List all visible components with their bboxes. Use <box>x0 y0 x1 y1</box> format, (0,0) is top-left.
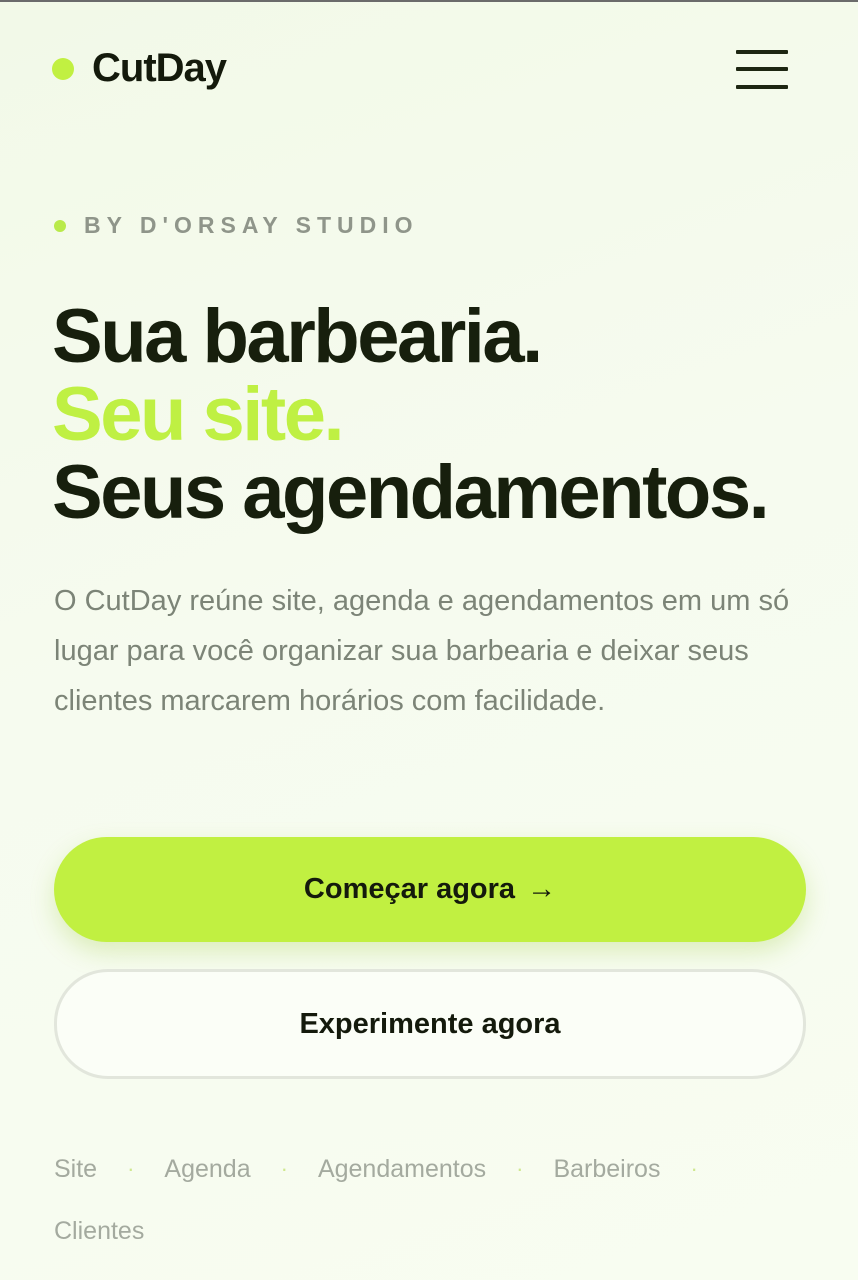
header: CutDay <box>0 2 858 142</box>
feature-tag-agendamentos: Agendamentos <box>317 1154 487 1183</box>
separator-dot-icon: · <box>516 1156 524 1181</box>
start-now-button[interactable]: Começar agora → <box>54 837 806 942</box>
hamburger-menu-icon[interactable] <box>734 48 790 94</box>
arrow-right-icon: → <box>527 873 557 905</box>
try-now-button[interactable]: Experimente agora <box>54 969 806 1079</box>
feature-tags-row: Clientes <box>54 1206 794 1256</box>
hero-description: O CutDay reúne site, agenda e agendament… <box>54 585 790 717</box>
headline-line-3: Seus agendamentos. <box>52 450 770 535</box>
headline-line-2: Seu site. <box>52 372 345 457</box>
eyebrow: BY D'ORSAY STUDIO <box>54 212 419 239</box>
feature-tag-clientes: Clientes <box>54 1216 145 1245</box>
feature-tags: Site · Agenda · Agendamentos · Barbeiros… <box>54 1144 794 1256</box>
logo[interactable]: CutDay <box>52 46 227 91</box>
feature-tag-site: Site <box>54 1154 98 1183</box>
feature-tag-barbeiros: Barbeiros <box>553 1154 661 1183</box>
eyebrow-text: BY D'ORSAY STUDIO <box>84 212 419 238</box>
separator-dot-icon: · <box>280 1156 288 1181</box>
separator-dot-icon: · <box>690 1156 698 1181</box>
feature-tags-row: Site · Agenda · Agendamentos · Barbeiros… <box>54 1144 794 1194</box>
separator-dot-icon: · <box>127 1156 135 1181</box>
menu-bar <box>736 50 788 54</box>
logo-dot-icon <box>52 57 74 80</box>
hero-headline: Sua barbearia. Seu site. Seus agendament… <box>52 298 832 532</box>
menu-bar <box>736 67 788 71</box>
headline-line-1: Sua barbearia. <box>52 294 543 379</box>
logo-text: CutDay <box>92 46 227 90</box>
feature-tag-agenda: Agenda <box>164 1154 251 1183</box>
eyebrow-dot-icon <box>54 219 66 232</box>
start-now-label: Começar agora <box>303 873 516 905</box>
menu-bar <box>736 85 788 89</box>
try-now-label: Experimente agora <box>299 1007 561 1040</box>
